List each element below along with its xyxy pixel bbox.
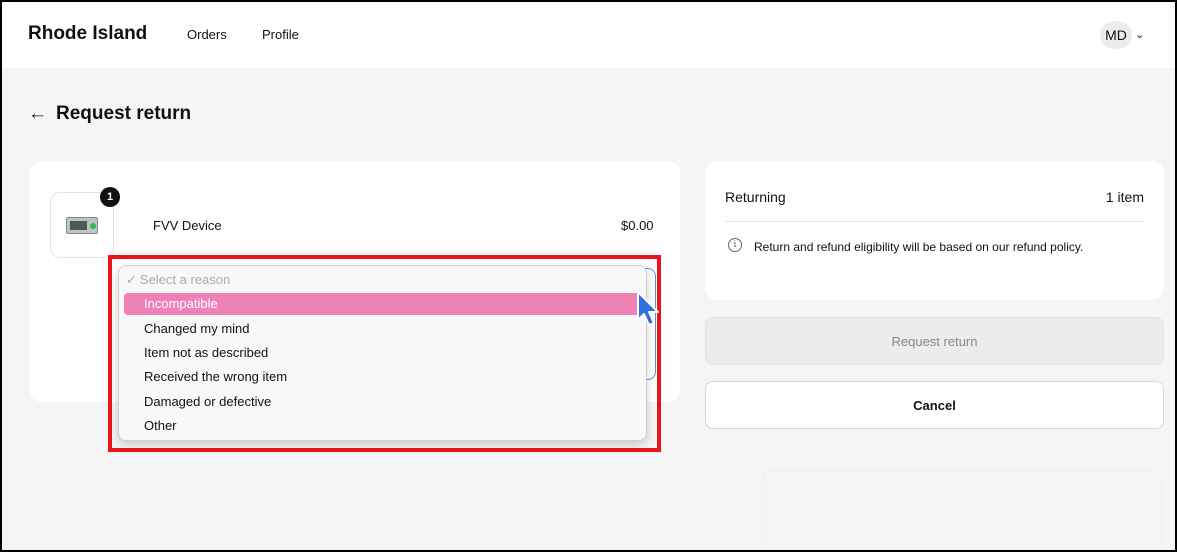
summary-label: Returning <box>725 189 786 205</box>
app-window: Rhode Island Orders Profile MD ⌄ ← Reque… <box>0 0 1177 552</box>
arrow-left-icon[interactable]: ← <box>28 103 47 125</box>
mouse-pointer-icon <box>637 291 659 326</box>
divider <box>725 221 1144 222</box>
background-panel <box>762 470 1162 550</box>
device-image <box>66 216 98 234</box>
item-price: $0.00 <box>621 218 654 233</box>
chevron-down-icon[interactable]: ⌄ <box>1135 28 1144 41</box>
user-avatar[interactable]: MD <box>1100 21 1132 49</box>
annotation-highlight-box <box>108 255 661 452</box>
summary-count: 1 item <box>1105 189 1144 205</box>
refund-policy-note: Return and refund eligibility will be ba… <box>754 240 1084 254</box>
top-navigation: Rhode Island Orders Profile MD ⌄ <box>2 2 1175 68</box>
page-title: Request return <box>56 103 192 124</box>
info-icon: i <box>728 238 742 252</box>
return-summary-card: Returning 1 item i Return and refund eli… <box>705 161 1164 300</box>
brand-logo[interactable]: Rhode Island <box>28 23 147 45</box>
request-return-button[interactable]: Request return <box>705 317 1164 365</box>
nav-profile[interactable]: Profile <box>262 27 299 42</box>
nav-orders[interactable]: Orders <box>187 27 227 42</box>
cancel-button[interactable]: Cancel <box>705 381 1164 429</box>
item-name: FVV Device <box>153 218 222 233</box>
quantity-badge: 1 <box>100 187 120 207</box>
